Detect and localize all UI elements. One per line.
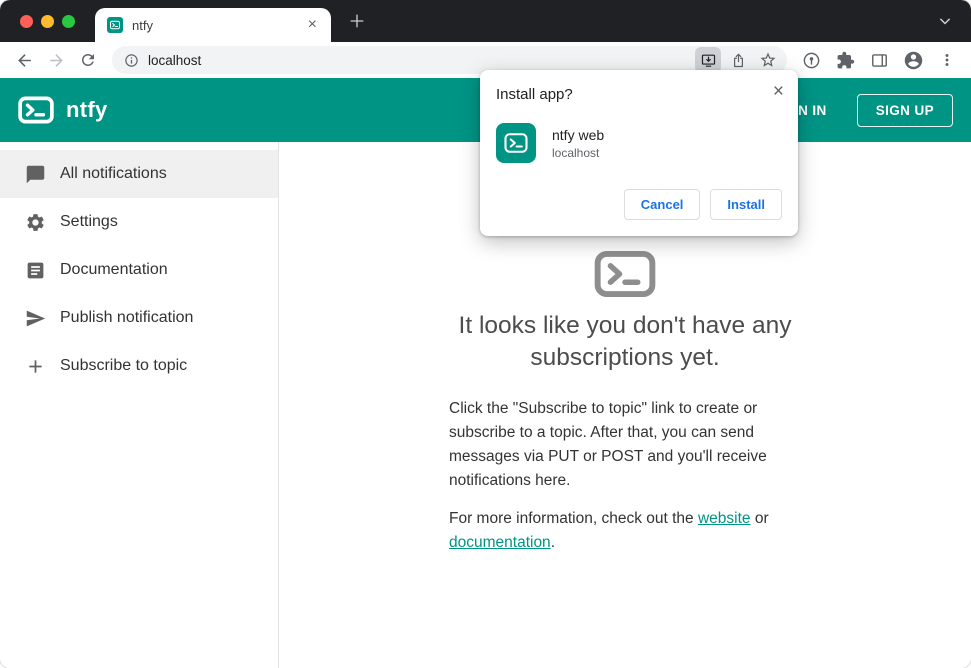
ntfy-favicon-icon xyxy=(107,17,123,33)
dialog-app-meta: ntfy web localhost xyxy=(552,127,604,160)
browser-tab[interactable]: ntfy × xyxy=(95,8,331,42)
info-suffix: . xyxy=(550,533,555,551)
sign-up-button[interactable]: SIGN UP xyxy=(856,93,953,127)
send-icon xyxy=(24,307,46,329)
dialog-app-row: ntfy web localhost xyxy=(496,123,782,163)
plus-icon xyxy=(24,355,46,377)
window-controls xyxy=(20,15,75,28)
sidebar-item-documentation[interactable]: Documentation xyxy=(0,246,278,294)
new-tab-icon[interactable] xyxy=(346,10,368,32)
info-icon[interactable] xyxy=(124,53,139,68)
sidebar-item-publish-notification[interactable]: Publish notification xyxy=(0,294,278,342)
sidebar-item-label: Subscribe to topic xyxy=(60,357,188,374)
minimize-window-button[interactable] xyxy=(41,15,54,28)
terminal-logo-icon xyxy=(18,96,54,124)
dialog-app-origin: localhost xyxy=(552,145,600,160)
chevron-down-icon[interactable] xyxy=(935,11,955,31)
website-link[interactable]: website xyxy=(698,510,751,527)
sidebar-item-subscribe-to-topic[interactable]: Subscribe to topic xyxy=(0,342,278,390)
url-text: localhost xyxy=(148,52,202,68)
extension-icon[interactable] xyxy=(797,46,825,74)
ntfy-app-icon xyxy=(496,123,536,163)
reload-icon[interactable] xyxy=(74,46,102,74)
gear-icon xyxy=(24,211,46,233)
toolbar-right-icons xyxy=(797,46,961,74)
info-middle: or xyxy=(750,509,769,527)
tab-close-icon[interactable]: × xyxy=(306,15,319,35)
brand-name: ntfy xyxy=(66,97,108,122)
tab-title: ntfy xyxy=(132,17,153,33)
close-window-button[interactable] xyxy=(20,15,33,28)
tab-strip: ntfy × xyxy=(0,0,971,42)
terminal-logo-icon xyxy=(594,250,656,298)
dialog-app-name: ntfy web xyxy=(552,126,605,143)
back-icon[interactable] xyxy=(10,46,38,74)
empty-state-info: For more information, check out the webs… xyxy=(449,507,801,555)
sidebar-item-label: Settings xyxy=(60,213,118,230)
empty-state-heading: It looks like you don't have any subscri… xyxy=(458,312,792,372)
forward-icon[interactable] xyxy=(42,46,70,74)
chat-bubble-icon xyxy=(24,163,46,185)
install-app-dialog: Install app? × ntfy web localhost Cancel… xyxy=(480,70,798,236)
install-button[interactable]: Install xyxy=(710,189,782,220)
sidebar-item-label: Publish notification xyxy=(60,309,194,326)
sidebar-item-label: All notifications xyxy=(60,165,167,182)
sidebar: All notifications Settings Documentation… xyxy=(0,142,279,668)
close-icon[interactable]: × xyxy=(773,82,784,101)
empty-state-paragraph: Click the "Subscribe to topic" link to c… xyxy=(449,399,767,489)
sidebar-item-label: Documentation xyxy=(60,261,168,278)
puzzle-icon[interactable] xyxy=(831,46,859,74)
sidebar-item-settings[interactable]: Settings xyxy=(0,198,278,246)
info-prefix: For more information, check out the xyxy=(449,509,698,527)
sidebar-item-all-notifications[interactable]: All notifications xyxy=(0,150,278,198)
cancel-button[interactable]: Cancel xyxy=(623,189,701,220)
browser-window: ntfy × localhost ntfy SIGN IN SIGN UP Al… xyxy=(0,0,971,668)
zoom-window-button[interactable] xyxy=(62,15,75,28)
dialog-title: Install app? xyxy=(496,86,573,103)
side-panel-icon[interactable] xyxy=(865,46,893,74)
avatar-icon[interactable] xyxy=(899,46,927,74)
book-icon xyxy=(24,259,46,281)
documentation-link[interactable]: documentation xyxy=(449,534,551,551)
dialog-actions: Cancel Install xyxy=(496,189,782,220)
menu-dots-icon[interactable] xyxy=(933,46,961,74)
